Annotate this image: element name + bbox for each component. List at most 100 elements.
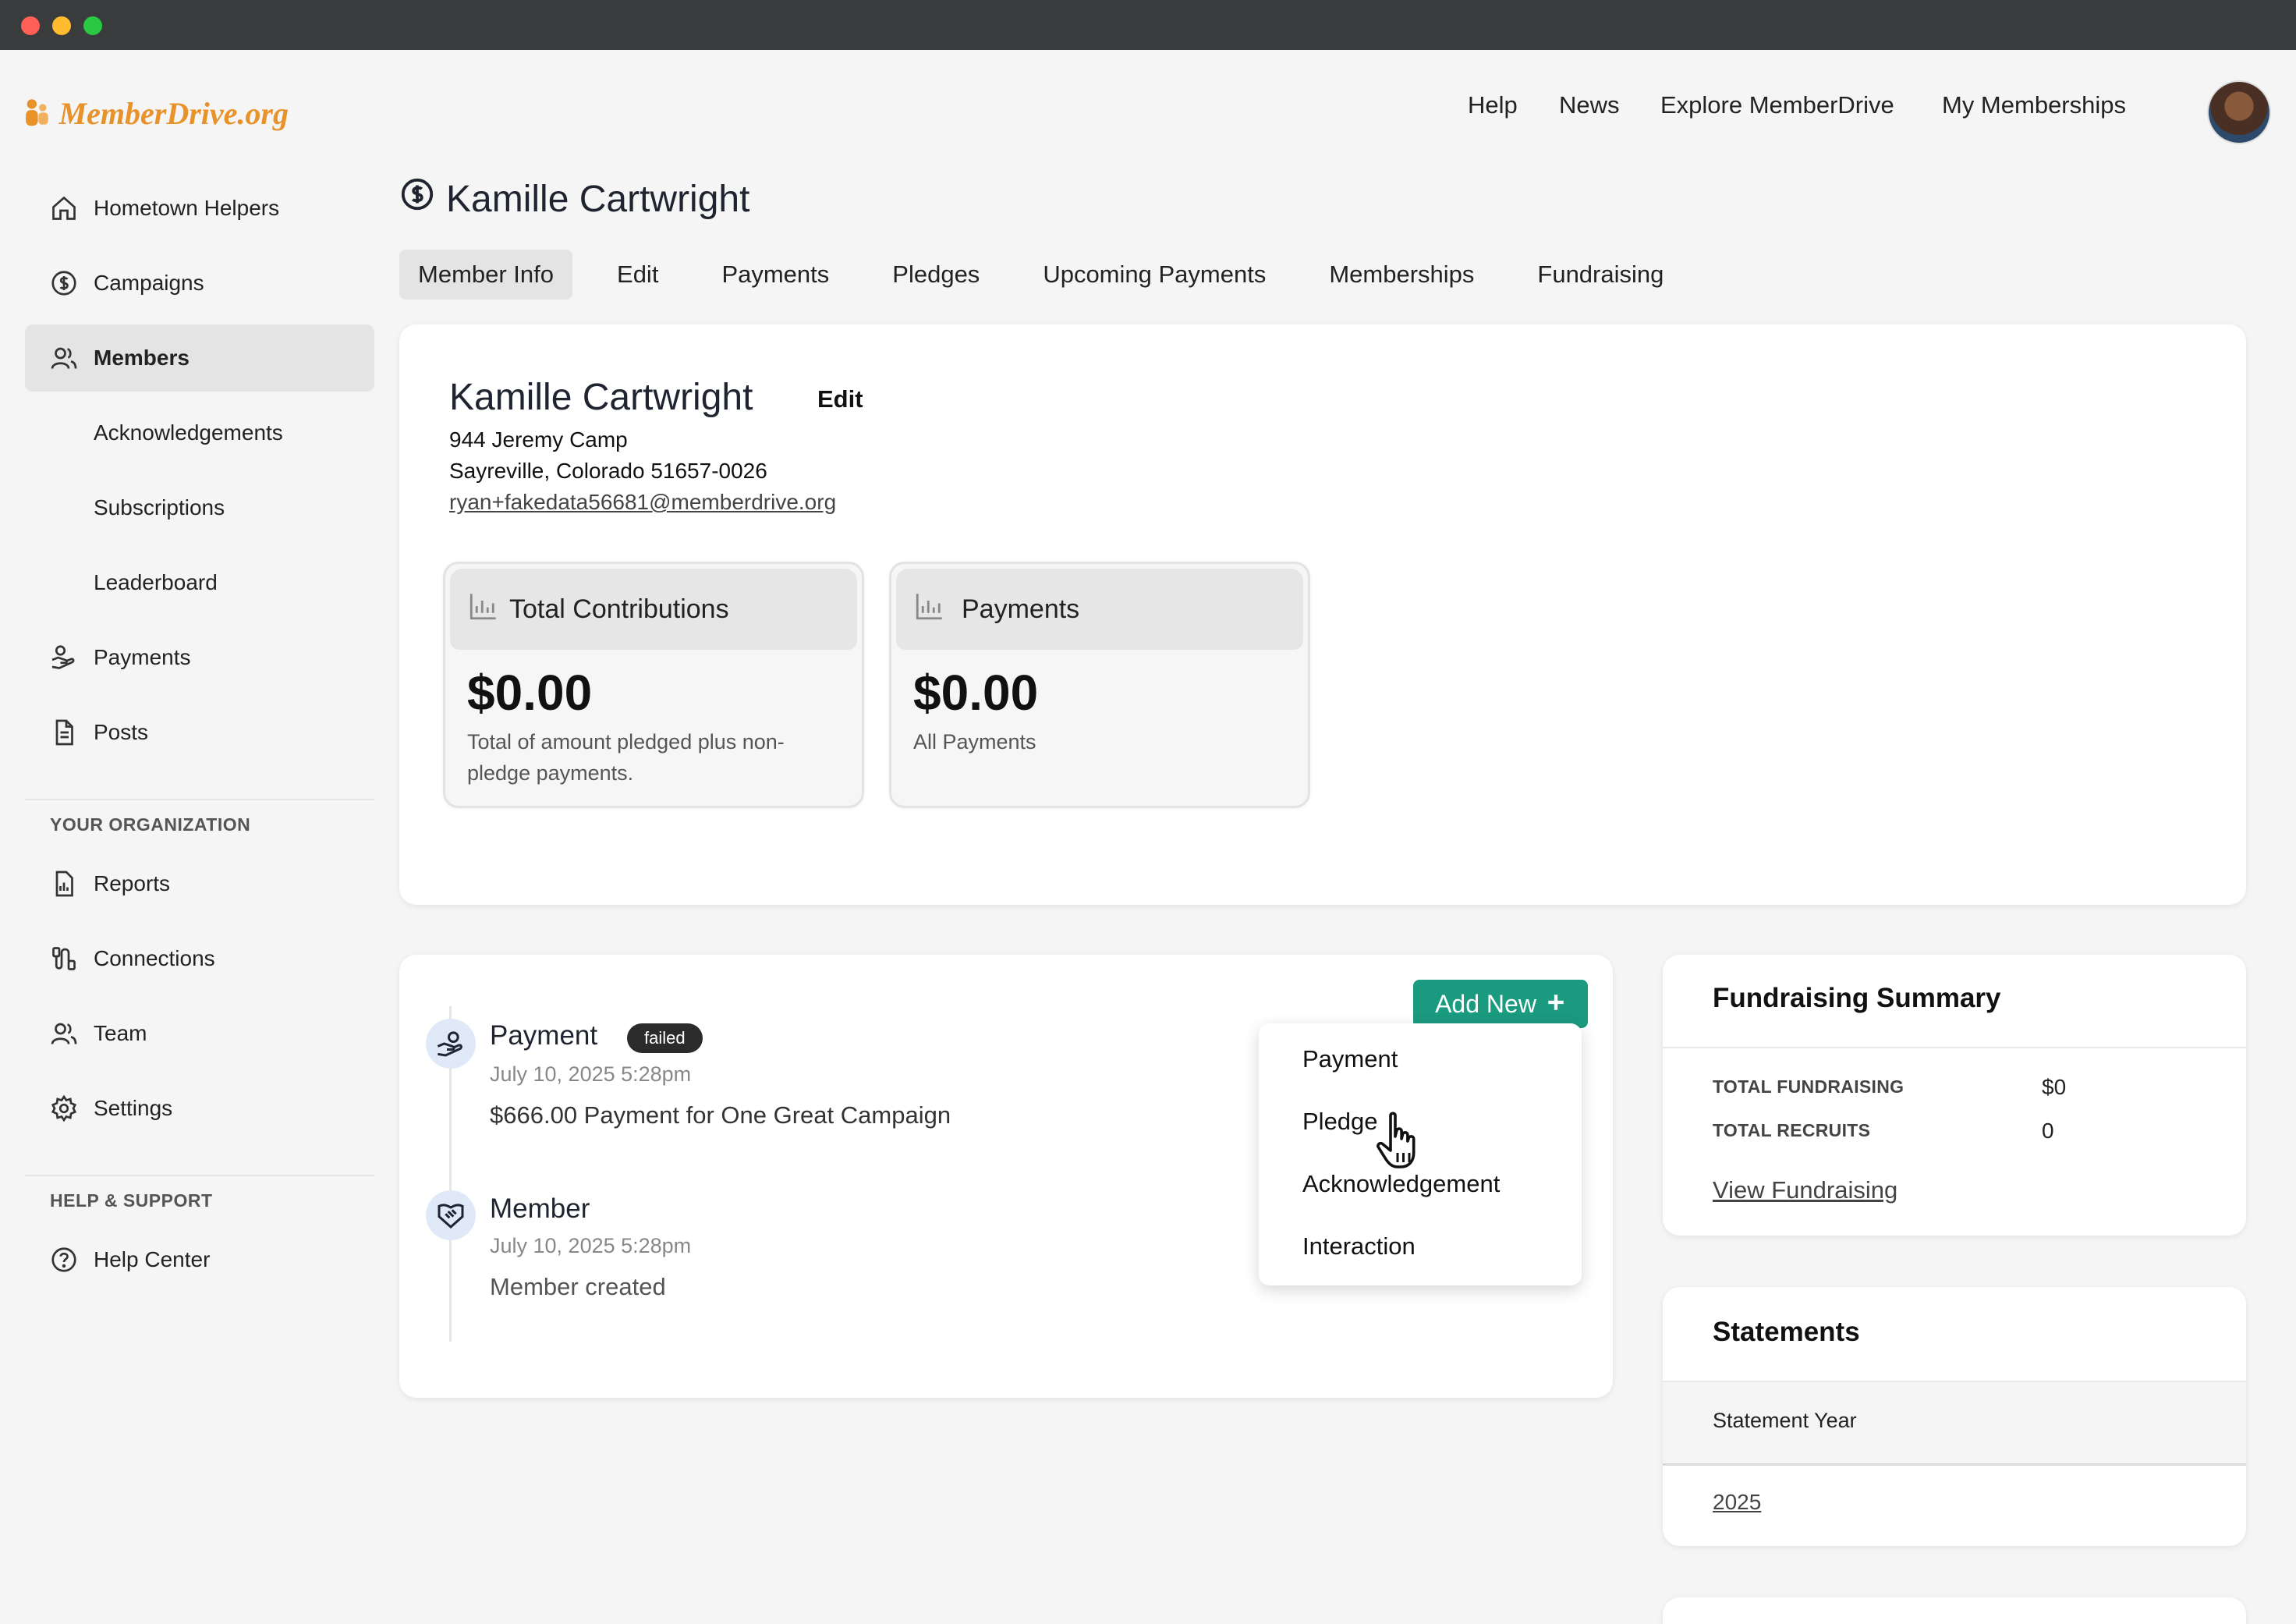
users-icon [48, 1018, 80, 1049]
activity-date: July 10, 2025 5:28pm [490, 1234, 692, 1257]
sidebar-item-label: Team [94, 1021, 147, 1045]
fundraising-summary-title: Fundraising Summary [1713, 983, 2001, 1013]
document-icon [48, 717, 80, 748]
sidebar-item-label: Connections [94, 946, 215, 970]
divider [1663, 1463, 2246, 1466]
sidebar-item-settings[interactable]: Settings [25, 1075, 374, 1142]
sidebar-item-campaigns[interactable]: Campaigns [25, 250, 374, 317]
bar-chart-icon [913, 590, 946, 629]
activity-type: Payment [490, 1020, 598, 1051]
total-fundraising-value: $0 [2042, 1075, 2067, 1099]
menu-item-acknowledgement[interactable]: Acknowledgement [1302, 1170, 1500, 1198]
users-icon [48, 342, 80, 374]
activity-card: Payment failed July 10, 2025 5:28pm $666… [399, 955, 1613, 1398]
next-card [1663, 1597, 2246, 1624]
sidebar-item-hometown-helpers[interactable]: Hometown Helpers [25, 175, 374, 242]
tab-edit[interactable]: Edit [598, 250, 677, 300]
top-nav-news[interactable]: News [1559, 86, 1620, 125]
stat-total-contributions: Total Contributions $0.00 Total of amoun… [443, 562, 864, 808]
sidebar-item-help-center[interactable]: Help Center [25, 1226, 374, 1293]
page-title-text: Kamille Cartwright [446, 178, 750, 220]
view-fundraising-link[interactable]: View Fundraising [1713, 1176, 1897, 1204]
statements-card: Statements Statement Year 2025 [1663, 1287, 2246, 1546]
activity-type: Member [490, 1193, 590, 1224]
minimize-window-button[interactable] [52, 16, 71, 35]
total-recruits-value: 0 [2042, 1119, 2054, 1143]
tab-member-info[interactable]: Member Info [399, 250, 573, 300]
tab-upcoming-payments[interactable]: Upcoming Payments [1024, 250, 1284, 300]
tab-pledges[interactable]: Pledges [873, 250, 998, 300]
total-fundraising-label: TOTAL FUNDRAISING [1713, 1076, 1904, 1097]
sidebar-item-subscriptions[interactable]: Subscriptions [25, 474, 374, 541]
sidebar-item-acknowledgements[interactable]: Acknowledgements [25, 399, 374, 466]
menu-item-pledge[interactable]: Pledge [1302, 1108, 1378, 1136]
stat-value: $0.00 [467, 665, 593, 721]
zoom-window-button[interactable] [83, 16, 102, 35]
stat-payments: Payments $0.00 All Payments [889, 562, 1310, 808]
plus-icon [1546, 990, 1566, 1019]
activity-text: Member created [490, 1273, 666, 1300]
member-edit-link[interactable]: Edit [817, 385, 863, 413]
statements-header-row: Statement Year [1663, 1382, 2246, 1463]
tab-fundraising[interactable]: Fundraising [1518, 250, 1682, 300]
member-email-link[interactable]: ryan+fakedata56681@memberdrive.org [449, 490, 836, 515]
gear-icon [48, 1093, 80, 1124]
user-avatar[interactable] [2207, 80, 2271, 144]
connections-icon [48, 943, 80, 974]
bar-chart-icon [467, 590, 500, 629]
sidebar-item-posts[interactable]: Posts [25, 699, 374, 766]
sidebar-item-label: Settings [94, 1096, 173, 1120]
sidebar-section-help-support: HELP & SUPPORT [50, 1190, 213, 1211]
menu-item-payment[interactable]: Payment [1302, 1045, 1398, 1073]
stat-title: Total Contributions [509, 594, 729, 624]
question-circle-icon [48, 1244, 80, 1275]
sidebar-item-reports[interactable]: Reports [25, 850, 374, 917]
status-badge: failed [627, 1023, 703, 1053]
total-recruits-label: TOTAL RECRUITS [1713, 1120, 1871, 1140]
hand-coin-icon [426, 1019, 476, 1069]
sidebar-item-team[interactable]: Team [25, 1000, 374, 1067]
sidebar-item-label: Members [94, 346, 190, 370]
stat-value: $0.00 [913, 665, 1039, 721]
logo-text: MemberDrive.org [58, 95, 289, 131]
statement-year-link[interactable]: 2025 [1713, 1490, 1761, 1515]
sidebar-item-connections[interactable]: Connections [25, 925, 374, 992]
top-nav-help[interactable]: Help [1468, 86, 1518, 125]
sidebar-item-label: Help Center [94, 1247, 211, 1271]
member-tabs: Member Info Edit Payments Pledges Upcomi… [399, 250, 1708, 300]
tab-memberships[interactable]: Memberships [1310, 250, 1493, 300]
page-title: Kamille Cartwright [399, 176, 749, 222]
window-titlebar [0, 0, 2296, 50]
hand-coin-icon [48, 642, 80, 673]
tab-payments[interactable]: Payments [703, 250, 848, 300]
sidebar-section-your-organization: YOUR ORGANIZATION [50, 814, 251, 835]
statements-title: Statements [1713, 1317, 1860, 1347]
fundraising-summary-card: Fundraising Summary TOTAL FUNDRAISING $0… [1663, 955, 2246, 1236]
home-icon [48, 193, 80, 224]
menu-item-interaction[interactable]: Interaction [1302, 1232, 1416, 1261]
pointer-cursor-icon [1377, 1112, 1416, 1168]
brand-logo[interactable]: MemberDrive.org [23, 87, 289, 139]
add-new-button[interactable]: Add New [1413, 980, 1588, 1028]
member-address-line2: Sayreville, Colorado 51657-0026 [449, 459, 767, 483]
report-icon [48, 868, 80, 899]
statement-year-header: Statement Year [1713, 1409, 1857, 1432]
top-nav-explore[interactable]: Explore MemberDrive [1660, 86, 1894, 125]
sidebar-item-payments[interactable]: Payments [25, 624, 374, 691]
divider [1663, 1047, 2246, 1048]
sidebar-item-label: Acknowledgements [94, 420, 283, 445]
close-window-button[interactable] [21, 16, 40, 35]
sidebar-item-members[interactable]: Members [25, 324, 374, 392]
sidebar-divider [25, 799, 374, 800]
stat-description: All Payments [913, 730, 1036, 753]
stat-description: Total of amount pledged plus non-pledge … [467, 730, 785, 785]
top-nav-my-memberships[interactable]: My Memberships [1942, 86, 2126, 125]
sidebar-item-label: Hometown Helpers [94, 196, 280, 220]
member-name: Kamille Cartwright [449, 377, 753, 418]
sidebar-item-leaderboard[interactable]: Leaderboard [25, 549, 374, 616]
add-new-menu: Payment Pledge Acknowledgement Interacti… [1259, 1023, 1582, 1285]
sidebar-item-label: Reports [94, 871, 171, 895]
member-info-card: Kamille Cartwright Edit 944 Jeremy Camp … [399, 324, 2246, 905]
activity-date: July 10, 2025 5:28pm [490, 1062, 692, 1086]
sidebar-item-label: Subscriptions [94, 495, 225, 519]
